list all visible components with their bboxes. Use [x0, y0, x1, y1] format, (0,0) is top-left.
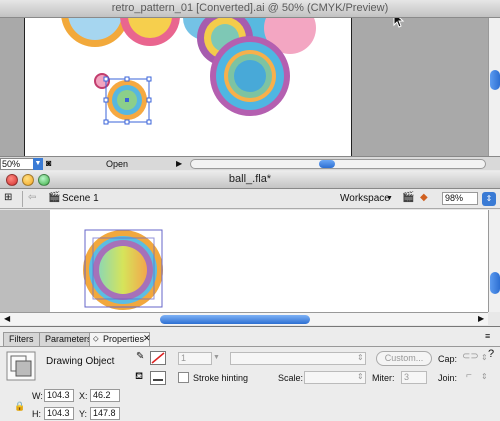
illustrator-vertical-scroll-thumb[interactable] [490, 70, 500, 90]
stroke-hinting-checkbox[interactable] [178, 372, 189, 383]
close-tab-icon[interactable]: ✕ [143, 333, 151, 344]
y-label: Y: [79, 409, 88, 419]
illustrator-zoom-dropdown-icon[interactable]: ▼ [33, 158, 43, 170]
workspace-menu[interactable]: Workspace [340, 193, 390, 204]
paint-bucket-icon: ⛾ [135, 371, 144, 382]
chevron-down-icon[interactable]: ▼ [386, 195, 393, 202]
stroke-width-dropdown-icon[interactable]: ▼ [213, 354, 220, 361]
join-label: Join: [438, 373, 458, 383]
stroke-style-select[interactable] [230, 352, 366, 365]
ball-drawing-object[interactable] [0, 210, 488, 312]
width-field[interactable]: 104.3 [44, 389, 74, 402]
flash-horizontal-scroll-thumb[interactable] [160, 315, 310, 324]
width-label: W: [32, 391, 43, 401]
properties-tab-icon: ⬦ [93, 334, 99, 343]
y-field[interactable]: 147.8 [90, 407, 120, 420]
mask-icon[interactable]: ◙ [46, 158, 51, 168]
edit-symbols-icon[interactable]: ◆ [420, 192, 428, 203]
tab-divider [0, 346, 500, 347]
flash-vertical-scroll-thumb[interactable] [490, 272, 500, 294]
tab-filters[interactable]: Filters [3, 332, 40, 346]
illustrator-title-bar[interactable]: retro_pattern_01 [Converted].ai @ 50% (C… [0, 0, 500, 18]
height-label: H: [32, 409, 41, 419]
illustrator-status-label: Open [106, 159, 129, 169]
help-icon[interactable]: ? [488, 348, 494, 360]
divider [22, 191, 23, 207]
scene-name[interactable]: Scene 1 [62, 193, 99, 204]
x-label: X: [79, 391, 88, 401]
status-arrow-icon[interactable]: ▶ [176, 159, 182, 168]
timeline-toggle-icon[interactable]: ⊞ [4, 192, 12, 203]
mouse-cursor-icon [393, 18, 405, 28]
scene-icon: 🎬 [48, 192, 61, 203]
stroke-color-swatch[interactable] [150, 351, 166, 365]
edit-scene-icon[interactable]: 🎬 [402, 192, 414, 203]
join-chevron-icon[interactable]: ⇕ [481, 372, 488, 381]
fill-color-swatch[interactable] [150, 371, 166, 385]
illustrator-horizontal-scroll-thumb[interactable] [319, 160, 335, 168]
properties-panel: Filters Parameters Properties ⬦ ✕ ≡ ? Dr… [0, 326, 500, 421]
flash-vertical-scrollbar[interactable] [488, 210, 500, 312]
pencil-icon: ✎ [136, 351, 145, 362]
miter-label: Miter: [372, 373, 395, 383]
illustrator-horizontal-scrollbar[interactable] [190, 159, 486, 169]
stroke-style-chevron-icon[interactable]: ⇕ [357, 353, 364, 362]
flash-stage[interactable] [0, 210, 488, 312]
miter-field[interactable]: 3 [401, 371, 427, 384]
tab-properties-label: Properties [103, 334, 145, 344]
x-field[interactable]: 46.2 [90, 389, 120, 402]
flash-horizontal-scrollbar[interactable]: ◀ ▶ [0, 312, 488, 325]
object-type-label: Drawing Object [46, 356, 115, 367]
stroke-width-field[interactable]: 1 [178, 352, 212, 365]
scroll-right-icon[interactable]: ▶ [478, 314, 484, 323]
illustrator-window: retro_pattern_01 [Converted].ai @ 50% (C… [0, 0, 500, 170]
panel-menu-icon[interactable]: ≡ [485, 331, 490, 341]
illustrator-status-bar: 50% ▼ ◙ Open ▶ [0, 156, 500, 170]
zoom-stepper-icon[interactable]: ⇕ [482, 192, 496, 206]
flash-edit-bar: ⊞ ⇦ 🎬 Scene 1 Workspace ▼ 🎬 ◆ 98% ⇕ [0, 189, 500, 209]
retro-circles-artwork[interactable] [0, 18, 488, 156]
cap-label: Cap: [438, 354, 458, 364]
cap-icon[interactable]: ⊂⊃ [462, 351, 479, 362]
custom-stroke-button[interactable]: Custom... [376, 351, 432, 366]
flash-zoom-field[interactable]: 98% [442, 192, 478, 205]
back-arrow-icon[interactable]: ⇦ [28, 192, 36, 203]
illustrator-zoom-field[interactable]: 50% [0, 158, 34, 170]
scale-label: Scale: [278, 373, 304, 383]
lock-icon[interactable]: 🔒 [14, 401, 25, 412]
illustrator-canvas[interactable] [0, 18, 488, 156]
stroke-hinting-label: Stroke hinting [193, 373, 249, 383]
fill-swatch-icon [153, 379, 163, 381]
scale-chevron-icon[interactable]: ⇕ [357, 372, 364, 381]
illustrator-window-title: retro_pattern_01 [Converted].ai @ 50% (C… [111, 2, 389, 14]
height-field[interactable]: 104.3 [44, 407, 74, 420]
no-color-icon [151, 352, 165, 364]
illustrator-vertical-scrollbar[interactable] [488, 18, 500, 156]
flash-title-bar[interactable]: ball_.fla* [0, 171, 500, 189]
drawing-object-icon [6, 351, 36, 381]
cap-chevron-icon[interactable]: ⇕ [481, 353, 488, 362]
scroll-left-icon[interactable]: ◀ [4, 314, 10, 323]
flash-window-title: ball_.fla* [228, 173, 272, 185]
join-icon[interactable]: ⌐ [466, 370, 472, 381]
